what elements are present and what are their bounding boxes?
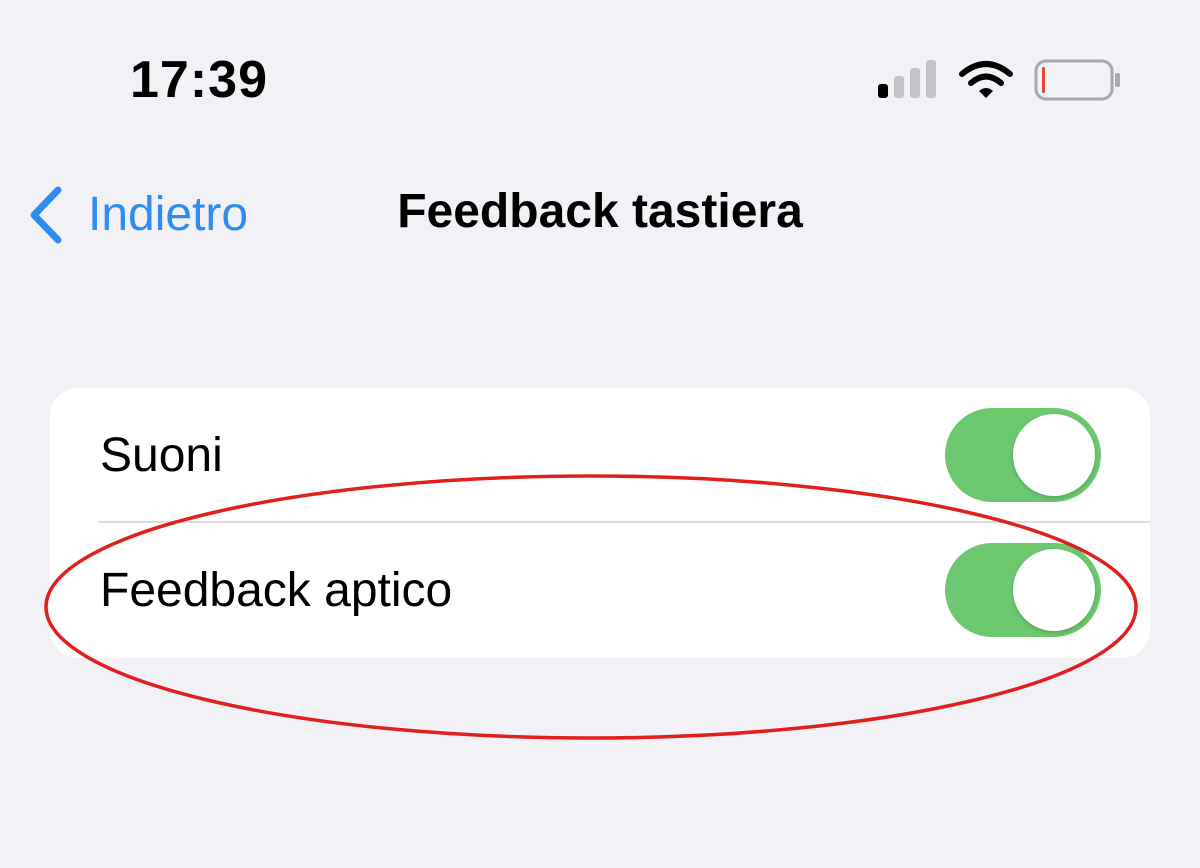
status-time: 17:39 [130, 51, 268, 109]
status-bar: 17:39 [0, 0, 1200, 150]
setting-label-suoni: Suoni [100, 429, 223, 482]
settings-row-feedback-aptico: Feedback aptico [50, 523, 1150, 658]
wifi-icon [959, 61, 1013, 98]
back-label: Indietro [88, 188, 249, 241]
battery-icon [1034, 59, 1120, 101]
page-title: Feedback tastiera [397, 185, 803, 238]
suoni-toggle[interactable] [945, 408, 1101, 502]
chevron-left-icon [30, 186, 62, 244]
setting-label-feedback-aptico: Feedback aptico [100, 564, 453, 617]
settings-row-suoni: Suoni [50, 388, 1150, 523]
toggle-knob [1013, 414, 1095, 496]
toggle-knob [1013, 549, 1095, 631]
navigation-bar: Indietro Feedback tastiera [0, 170, 1200, 260]
feedback-aptico-toggle[interactable] [945, 543, 1101, 637]
back-button[interactable]: Indietro [26, 182, 248, 248]
settings-group: Suoni Feedback aptico [50, 388, 1150, 658]
battery-level-fill [1042, 67, 1045, 93]
cellular-signal-icon [878, 60, 936, 98]
